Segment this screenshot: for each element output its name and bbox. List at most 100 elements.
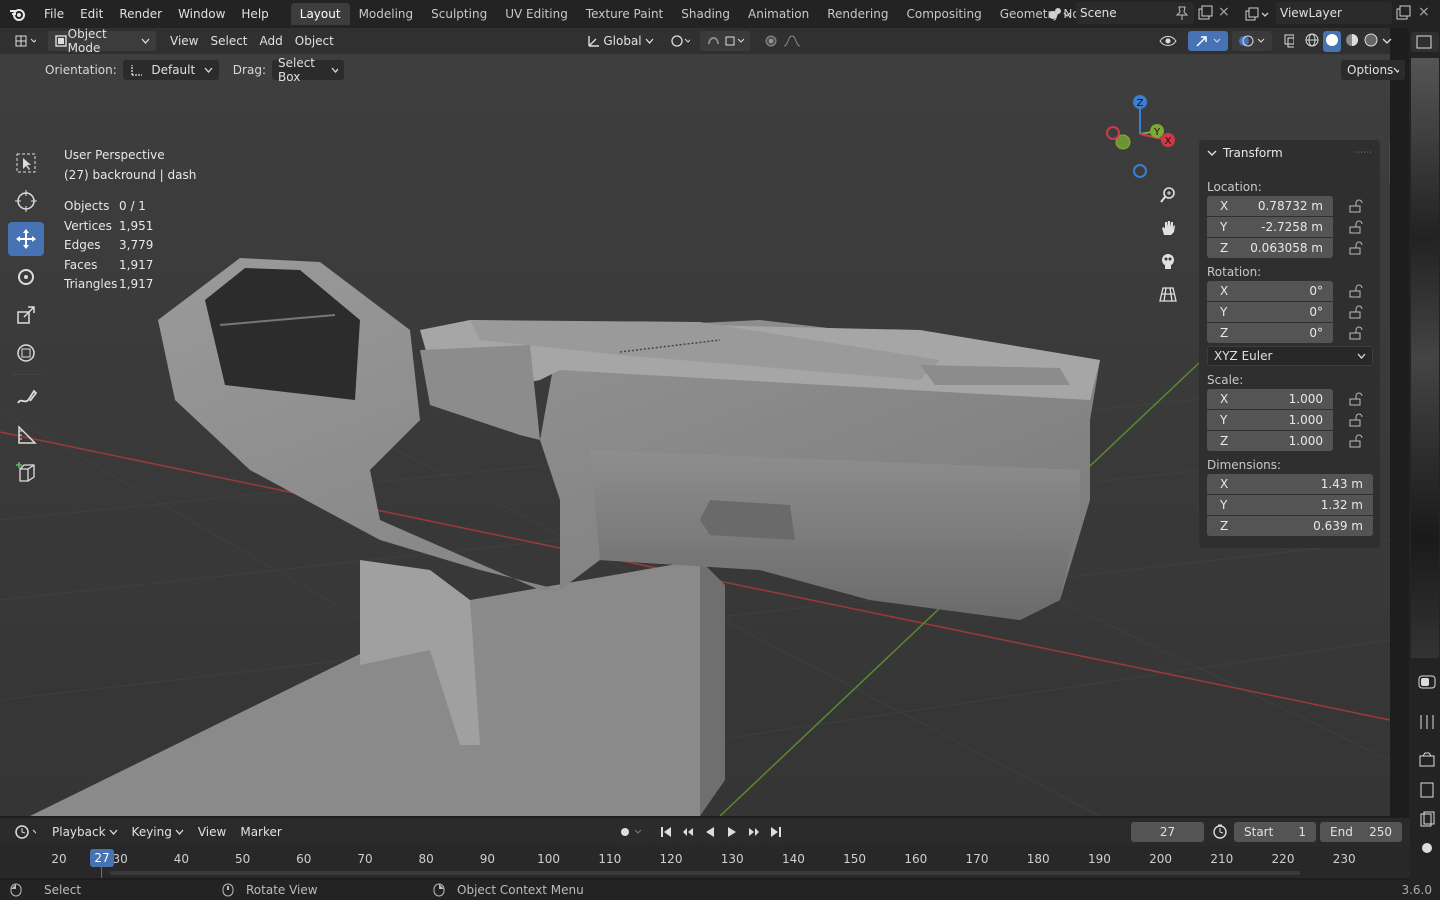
auto-keying-toggle[interactable] (612, 822, 648, 842)
timeline-scrollbar[interactable] (110, 871, 1300, 875)
options-button[interactable]: Options (1341, 60, 1405, 80)
overlays-toggle[interactable] (1232, 31, 1272, 51)
timeline-menu-keying[interactable]: Keying (126, 822, 190, 842)
location-x-field[interactable]: X 0.78732 m (1207, 196, 1333, 216)
end-frame-field[interactable]: End 250 (1320, 822, 1402, 842)
cursor-tool[interactable] (8, 184, 44, 218)
new-view-layer-icon[interactable] (1395, 5, 1411, 24)
tab-modeling[interactable]: Modeling (350, 3, 423, 25)
timeline-menu-playback[interactable]: Playback (46, 822, 124, 842)
dimensions-x-field[interactable]: X 1.43 m (1207, 474, 1373, 494)
lock-icon[interactable] (1349, 392, 1363, 406)
scale-y-field[interactable]: Y 1.000 (1207, 410, 1333, 430)
jump-start-icon[interactable] (656, 822, 676, 842)
location-y-field[interactable]: Y -2.7258 m (1207, 217, 1333, 237)
tab-rendering[interactable]: Rendering (818, 3, 897, 25)
viewport-menu-select[interactable]: Select (204, 31, 253, 51)
pin-icon[interactable] (1175, 6, 1189, 23)
editor-type-button[interactable] (8, 31, 42, 51)
lock-icon[interactable] (1349, 220, 1363, 234)
playhead-frame-badge[interactable]: 27 (90, 849, 114, 867)
lock-icon[interactable] (1349, 241, 1363, 255)
rotation-x-field[interactable]: X 0° (1207, 281, 1333, 301)
rotation-z-field[interactable]: Z 0° (1207, 323, 1333, 343)
rendered-shading-icon[interactable] (1363, 32, 1379, 51)
rotation-mode-select[interactable]: XYZ Euler (1207, 346, 1373, 366)
menu-render[interactable]: Render (111, 7, 170, 21)
tab-shading[interactable]: Shading (672, 3, 739, 25)
drag-select[interactable]: Select Box (271, 56, 344, 84)
play-reverse-icon[interactable] (700, 822, 720, 842)
transform-panel-header[interactable]: Transform ⋯⋯ (1199, 140, 1380, 166)
add-cube-tool[interactable] (8, 456, 44, 490)
tab-layout[interactable]: Layout (290, 3, 350, 25)
jump-end-icon[interactable] (766, 822, 786, 842)
scale-tool[interactable] (8, 298, 44, 332)
menu-window[interactable]: Window (170, 7, 233, 21)
rotate-tool[interactable] (8, 260, 44, 294)
pan-hand-icon[interactable] (1155, 215, 1181, 241)
render-properties-icon[interactable] (1417, 750, 1437, 773)
lock-icon[interactable] (1349, 199, 1363, 213)
preview-range-icon[interactable] (1212, 823, 1228, 842)
scene-properties-icon[interactable] (1417, 838, 1437, 861)
xray-toggle[interactable] (1278, 31, 1300, 51)
timeline-menu-view[interactable]: View (192, 822, 232, 842)
scale-z-field[interactable]: Z 1.000 (1207, 431, 1333, 451)
dimensions-y-field[interactable]: Y 1.32 m (1207, 495, 1373, 515)
navigation-gizmo[interactable]: Z Y X (1100, 94, 1180, 184)
lock-icon[interactable] (1349, 305, 1363, 319)
play-icon[interactable] (722, 822, 742, 842)
timeline-frame-ruler[interactable]: 20 30 40 50 60 70 80 90 100 110 120 130 140 150 160 170… (0, 846, 1410, 878)
timeline-editor-type-button[interactable] (8, 822, 42, 842)
current-frame-field[interactable]: 27 (1131, 822, 1204, 842)
pivot-point-button[interactable] (664, 31, 696, 51)
wireframe-shading-icon[interactable] (1304, 32, 1320, 51)
start-frame-field[interactable]: Start 1 (1234, 822, 1316, 842)
dimensions-z-field[interactable]: Z 0.639 m (1207, 516, 1373, 536)
view-layer-field[interactable]: ViewLayer (1276, 2, 1392, 24)
new-scene-icon[interactable] (1197, 5, 1213, 24)
view-layer-properties-icon[interactable] (1417, 810, 1437, 833)
proportional-edit-toggle[interactable] (758, 31, 808, 51)
perspective-grid-icon[interactable] (1155, 281, 1181, 307)
lock-icon[interactable] (1349, 434, 1363, 448)
tab-compositing[interactable]: Compositing (897, 3, 990, 25)
shading-options-icon[interactable] (1382, 34, 1392, 48)
rotation-y-field[interactable]: Y 0° (1207, 302, 1333, 322)
scale-x-field[interactable]: X 1.000 (1207, 389, 1333, 409)
sidebar-tab-item[interactable]: Item (1389, 140, 1390, 184)
timeline-menu-marker[interactable]: Marker (234, 822, 287, 842)
mode-select[interactable]: Object Mode (48, 27, 156, 55)
solid-shading-icon[interactable] (1323, 30, 1341, 52)
jump-keyframe-back-icon[interactable] (678, 822, 698, 842)
3d-viewport[interactable]: Z Y X Transform ⋯⋯ Location: X 0.78732 m Y… (0, 54, 1390, 816)
delete-view-layer-icon[interactable]: × (1418, 4, 1430, 20)
menu-edit[interactable]: Edit (72, 7, 111, 21)
gizmo-toggle[interactable] (1188, 31, 1228, 51)
location-z-field[interactable]: Z 0.063058 m (1207, 238, 1333, 258)
output-properties-icon[interactable] (1417, 780, 1437, 803)
delete-scene-icon[interactable]: × (1218, 4, 1230, 20)
measure-tool[interactable] (8, 418, 44, 452)
lock-icon[interactable] (1349, 413, 1363, 427)
menu-help[interactable]: Help (233, 7, 276, 21)
tab-sculpting[interactable]: Sculpting (422, 3, 496, 25)
sidebar-tab-view[interactable]: View (1389, 234, 1390, 274)
visibility-select-button[interactable] (1152, 31, 1186, 51)
toggle-icon[interactable] (1417, 672, 1437, 695)
blender-logo-icon[interactable] (8, 4, 28, 24)
viewport-menu-object[interactable]: Object (289, 31, 340, 51)
menu-file[interactable]: File (36, 7, 72, 21)
drag-handle-icon[interactable]: ⋯⋯ (1354, 148, 1372, 158)
tab-animation[interactable]: Animation (739, 3, 818, 25)
transform-tool[interactable] (8, 336, 44, 370)
scene-browse-icon[interactable] (1044, 3, 1074, 25)
viewport-menu-view[interactable]: View (164, 31, 204, 51)
annotate-tool[interactable] (8, 380, 44, 414)
editor-type-icon[interactable] (1411, 32, 1439, 52)
jump-keyframe-forward-icon[interactable] (744, 822, 764, 842)
tool-properties-icon[interactable] (1417, 712, 1437, 735)
sidebar-tab-tool[interactable]: Tool (1389, 187, 1390, 231)
camera-view-icon[interactable] (1155, 248, 1181, 274)
